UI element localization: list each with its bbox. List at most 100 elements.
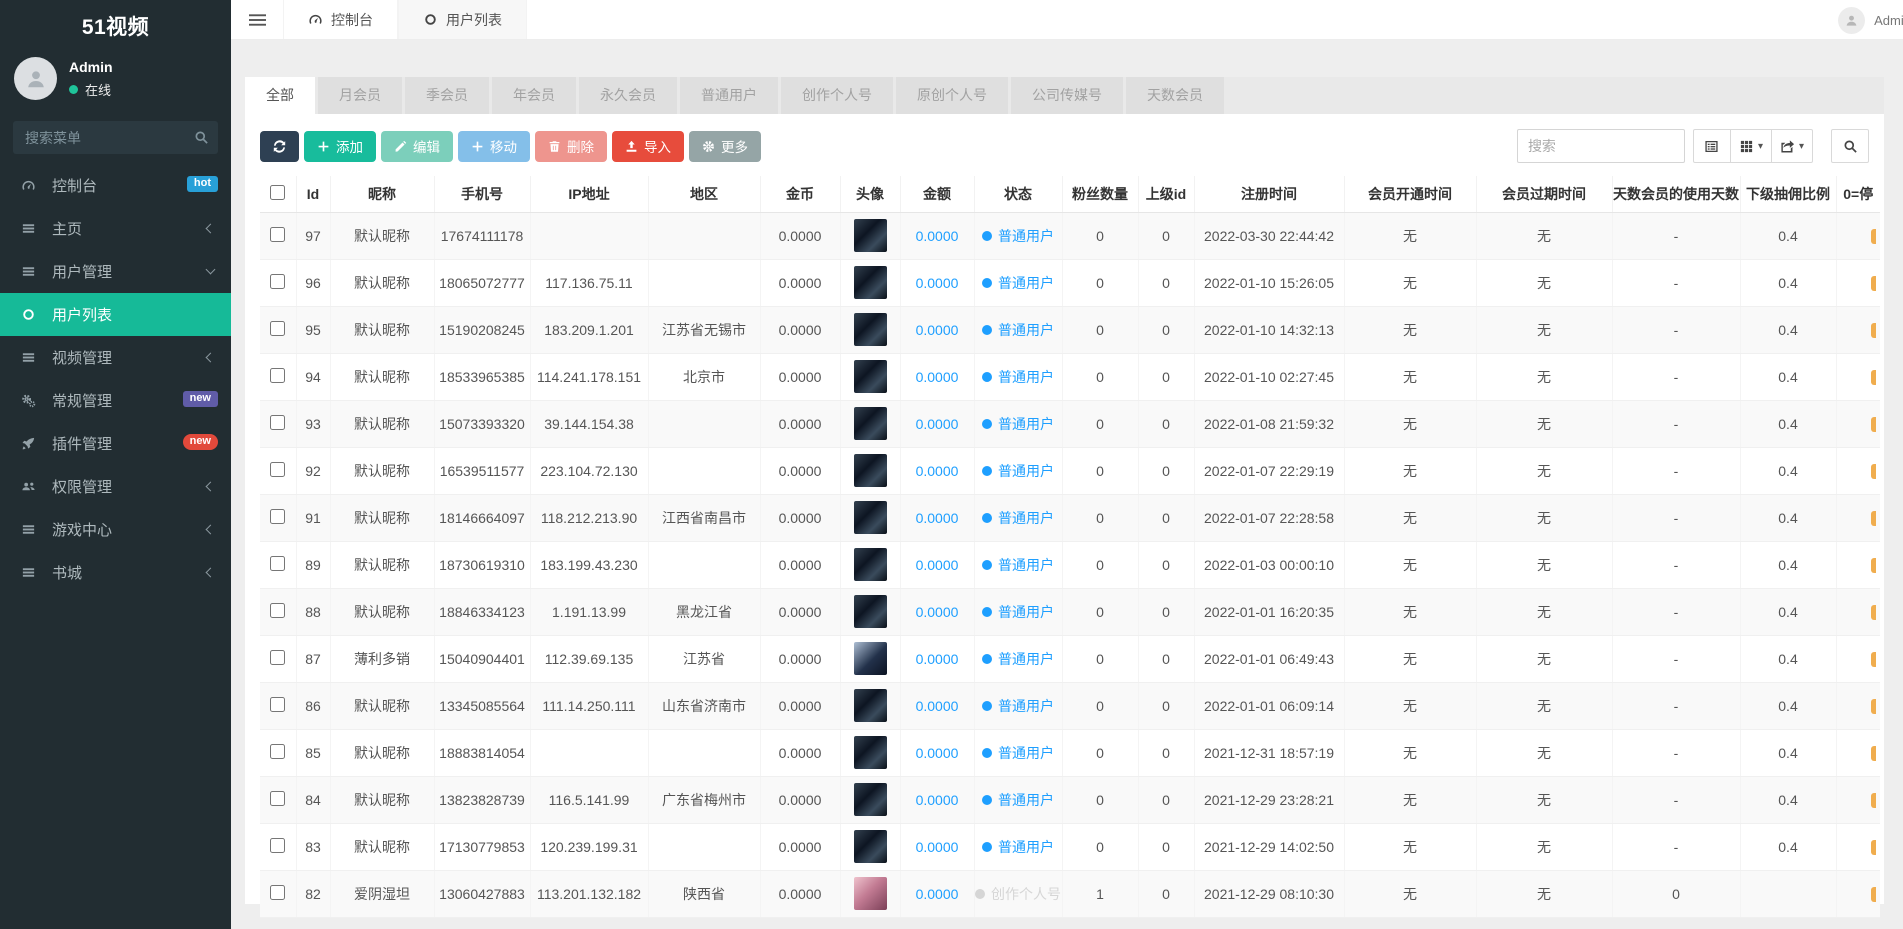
amount-link[interactable]: 0.0000 — [916, 322, 959, 338]
row-checkbox[interactable] — [270, 650, 285, 665]
row-checkbox[interactable] — [270, 227, 285, 242]
filter-tab-4[interactable]: 永久会员 — [579, 77, 677, 114]
amount-link[interactable]: 0.0000 — [916, 463, 959, 479]
sidebar-item-book-city[interactable]: 书城 — [0, 551, 231, 594]
filter-tab-2[interactable]: 季会员 — [405, 77, 489, 114]
amount-link[interactable]: 0.0000 — [916, 792, 959, 808]
add-button[interactable]: 添加 — [304, 131, 376, 162]
row-checkbox[interactable] — [270, 274, 285, 289]
clipped-action-button[interactable] — [1871, 229, 1876, 244]
clipped-action-button[interactable] — [1871, 417, 1876, 432]
refresh-button[interactable] — [260, 131, 299, 162]
more-button[interactable]: 更多 — [689, 131, 761, 162]
edit-button[interactable]: 编辑 — [381, 131, 453, 162]
user-avatar-thumbnail[interactable] — [854, 595, 887, 628]
row-checkbox[interactable] — [270, 744, 285, 759]
amount-link[interactable]: 0.0000 — [916, 510, 959, 526]
table-search-input[interactable] — [1517, 129, 1685, 163]
clipped-action-button[interactable] — [1871, 699, 1876, 714]
user-avatar-thumbnail[interactable] — [854, 360, 887, 393]
clipped-action-button[interactable] — [1871, 746, 1876, 761]
user-avatar-thumbnail[interactable] — [854, 501, 887, 534]
search-button[interactable] — [1831, 129, 1869, 163]
clipped-action-button[interactable] — [1871, 464, 1876, 479]
user-avatar-thumbnail[interactable] — [854, 454, 887, 487]
grid-view-button[interactable]: ▾ — [1730, 129, 1772, 163]
row-checkbox[interactable] — [270, 838, 285, 853]
filter-tab-8[interactable]: 公司传媒号 — [1011, 77, 1123, 114]
sidebar-item-user-mgmt[interactable]: 用户管理 — [0, 250, 231, 293]
user-avatar-thumbnail[interactable] — [854, 830, 887, 863]
user-avatar-thumbnail[interactable] — [854, 736, 887, 769]
row-checkbox[interactable] — [270, 791, 285, 806]
move-button[interactable]: 移动 — [458, 131, 530, 162]
user-avatar-thumbnail[interactable] — [854, 548, 887, 581]
clipped-action-button[interactable] — [1871, 652, 1876, 667]
user-avatar-thumbnail[interactable] — [854, 266, 887, 299]
sidebar-item-user-list[interactable]: 用户列表 — [0, 293, 231, 336]
clipped-action-button[interactable] — [1871, 370, 1876, 385]
amount-link[interactable]: 0.0000 — [916, 228, 959, 244]
cell-fans: 0 — [1062, 823, 1138, 870]
filter-tab-5[interactable]: 普通用户 — [680, 77, 778, 114]
amount-link[interactable]: 0.0000 — [916, 839, 959, 855]
user-avatar-thumbnail[interactable] — [854, 219, 887, 252]
user-avatar-thumbnail[interactable] — [854, 642, 887, 675]
row-checkbox[interactable] — [270, 415, 285, 430]
user-avatar-thumbnail[interactable] — [854, 313, 887, 346]
export-button[interactable]: ▾ — [1771, 129, 1813, 163]
clipped-action-button[interactable] — [1871, 605, 1876, 620]
amount-link[interactable]: 0.0000 — [916, 698, 959, 714]
clipped-action-button[interactable] — [1871, 511, 1876, 526]
clipped-action-button[interactable] — [1871, 323, 1876, 338]
amount-link[interactable]: 0.0000 — [916, 369, 959, 385]
filter-tab-0[interactable]: 全部 — [245, 77, 315, 114]
sidebar-search-input[interactable] — [13, 121, 218, 154]
hamburger-menu-icon[interactable] — [231, 0, 283, 39]
sidebar-item-console[interactable]: 控制台hot — [0, 164, 231, 207]
import-button[interactable]: 导入 — [612, 131, 684, 162]
filter-tab-7[interactable]: 原创个人号 — [896, 77, 1008, 114]
topbar-tab-console[interactable]: 控制台 — [283, 0, 398, 39]
row-checkbox[interactable] — [270, 556, 285, 571]
sidebar-item-home[interactable]: 主页 — [0, 207, 231, 250]
row-checkbox[interactable] — [270, 368, 285, 383]
user-avatar-thumbnail[interactable] — [854, 407, 887, 440]
topbar-tab-user-list[interactable]: 用户列表 — [398, 0, 527, 39]
row-checkbox[interactable] — [270, 603, 285, 618]
delete-button[interactable]: 删除 — [535, 131, 607, 162]
filter-tab-6[interactable]: 创作个人号 — [781, 77, 893, 114]
clipped-action-button[interactable] — [1871, 840, 1876, 855]
sidebar-item-video-mgmt[interactable]: 视频管理 — [0, 336, 231, 379]
sidebar-item-plugin-mgmt[interactable]: 插件管理new — [0, 422, 231, 465]
filter-tab-3[interactable]: 年会员 — [492, 77, 576, 114]
sidebar-item-general-mgmt[interactable]: 常规管理new — [0, 379, 231, 422]
cell-avatar — [840, 212, 900, 259]
clipped-action-button[interactable] — [1871, 276, 1876, 291]
sidebar-item-game-center[interactable]: 游戏中心 — [0, 508, 231, 551]
user-avatar-thumbnail[interactable] — [854, 689, 887, 722]
amount-link[interactable]: 0.0000 — [916, 557, 959, 573]
amount-link[interactable]: 0.0000 — [916, 745, 959, 761]
amount-link[interactable]: 0.0000 — [916, 886, 959, 902]
user-avatar-thumbnail[interactable] — [854, 877, 887, 910]
list-view-button[interactable] — [1693, 129, 1731, 163]
amount-link[interactable]: 0.0000 — [916, 604, 959, 620]
clipped-action-button[interactable] — [1871, 887, 1876, 902]
topbar-user-menu[interactable]: Admin — [1838, 0, 1903, 40]
amount-link[interactable]: 0.0000 — [916, 651, 959, 667]
filter-tab-9[interactable]: 天数会员 — [1126, 77, 1224, 114]
amount-link[interactable]: 0.0000 — [916, 416, 959, 432]
sidebar-item-perm-mgmt[interactable]: 权限管理 — [0, 465, 231, 508]
row-checkbox[interactable] — [270, 321, 285, 336]
row-checkbox[interactable] — [270, 509, 285, 524]
row-checkbox[interactable] — [270, 697, 285, 712]
filter-tab-1[interactable]: 月会员 — [318, 77, 402, 114]
clipped-action-button[interactable] — [1871, 793, 1876, 808]
select-all-checkbox[interactable] — [270, 185, 285, 200]
row-checkbox[interactable] — [270, 885, 285, 900]
user-avatar-thumbnail[interactable] — [854, 783, 887, 816]
row-checkbox[interactable] — [270, 462, 285, 477]
clipped-action-button[interactable] — [1871, 558, 1876, 573]
amount-link[interactable]: 0.0000 — [916, 275, 959, 291]
